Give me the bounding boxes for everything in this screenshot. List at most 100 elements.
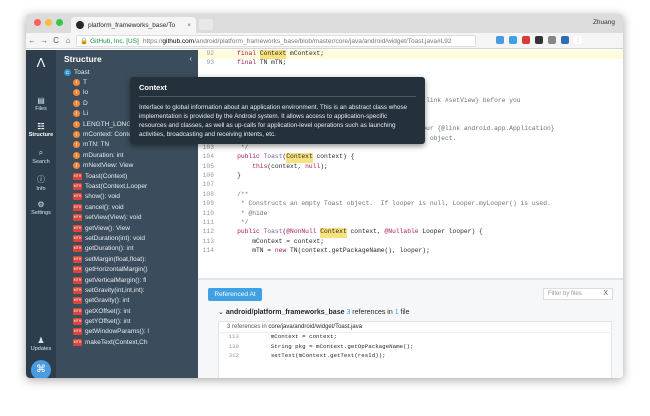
method-icon: MTH [73,214,82,222]
line-number[interactable]: 113 [198,238,222,247]
code-token: ); [320,162,328,170]
highlighted-token[interactable]: Context [286,153,313,163]
reference-text: references in [350,309,395,316]
close-window-button[interactable] [34,19,41,26]
highlighted-token[interactable]: Context [259,50,287,60]
structure-item[interactable]: f mDuration: int [56,150,198,160]
method-icon: MTH [73,276,82,284]
minimize-window-button[interactable] [45,19,52,26]
structure-item[interactable]: MTH show(): void [56,192,198,202]
structure-item[interactable]: MTH makeText(Context,Ch [56,337,198,347]
tab-close-icon[interactable]: × [187,22,191,29]
structure-item[interactable]: MTH setDuration(int): void [56,233,198,243]
octotree-rail: Λ ▤ Files ☷ Structure ⌕ Search ⓘ Info ⚙ … [26,50,56,378]
line-number[interactable]: 108 [198,191,222,200]
structure-item[interactable]: MTH setMargin(float,float): [56,254,198,264]
structure-item[interactable]: MTH getDuration(): int [56,244,198,254]
rail-item-files[interactable]: ▤ Files [26,96,56,112]
structure-item-label: getHorizontalMargin() [85,266,148,274]
method-icon: MTH [73,224,82,232]
maximize-window-button[interactable] [56,19,63,26]
rail-item-structure[interactable]: ☷ Structure [26,122,56,138]
home-icon[interactable]: ⌂ [62,36,74,45]
browser-tab[interactable]: platform_frameworks_base/To × [71,17,196,33]
structure-item[interactable]: MTH Toast(Context) [56,171,198,181]
extension-abp-icon[interactable] [522,36,530,44]
highlighted-token[interactable]: Context [320,228,347,238]
lock-icon: 🔒 [80,38,89,45]
line-number[interactable]: 111 [198,219,222,228]
reference-line[interactable]: 130 String pkg = mContext.getOpPackageNa… [219,343,611,353]
new-tab-button[interactable] [199,19,213,30]
rail-item-settings[interactable]: ⚙ Settings [26,200,56,216]
extension-a-icon[interactable] [561,36,569,44]
code-token: */ [222,143,249,151]
code-token: context) { [312,153,355,161]
tooltip-body: Interface to global information about an… [139,104,408,138]
structure-item[interactable]: MTH Toast(Context,Looper [56,181,198,191]
reference-summary[interactable]: ⌄ android/platform_frameworks_base 3 ref… [218,308,410,316]
structure-item[interactable]: MTH setView(View): void [56,212,198,222]
filter-input[interactable]: Filter by files X [543,288,613,300]
line-number[interactable]: 109 [198,200,222,209]
sourcegraph-logo-icon[interactable]: Λ [33,56,49,70]
structure-item[interactable]: MTH getYOffset(): int [56,316,198,326]
address-bar[interactable]: 🔒 GitHub, Inc. [US] https:// github.com … [76,35,476,47]
expand-toggle-icon[interactable]: ⌄ [218,309,224,316]
line-number[interactable]: 107 [198,181,222,190]
extension-circle-icon[interactable] [535,36,543,44]
structure-item[interactable]: MTH getXOffset(): int [56,306,198,316]
line-number[interactable]: 92 [198,50,222,59]
extension-gray-icon[interactable] [548,36,556,44]
line-number[interactable]: 103 [198,144,222,153]
rail-item-updates[interactable]: ♟ Updates [26,336,56,352]
avatar[interactable]: ⌘ [31,360,51,378]
rail-item-search[interactable]: ⌕ Search [26,148,56,165]
back-icon[interactable]: ← [26,36,38,45]
code-line: 112 public Toast(@NonNull Context contex… [198,228,623,238]
line-number[interactable]: 106 [198,172,222,181]
rail-item-info[interactable]: ⓘ Info [26,174,56,192]
reload-icon[interactable]: C [50,36,62,45]
structure-item[interactable]: MTH getHorizontalMargin() [56,264,198,274]
structure-item[interactable]: MTH getWindowParams(): l [56,327,198,337]
code-token: context, [346,228,385,236]
referenced-at-button[interactable]: Referenced At [208,288,262,301]
method-icon: MTH [73,182,82,190]
structure-item[interactable]: MTH getVerticalMargin(): fl [56,275,198,285]
structure-item[interactable]: f mNextView: View [56,161,198,171]
structure-item[interactable]: MTH cancel(): void [56,202,198,212]
line-number[interactable]: 93 [198,59,222,68]
line-number[interactable]: 112 [198,228,222,237]
profile-name[interactable]: Zhuang [593,19,615,26]
repo-name: android/platform_frameworks_base [225,309,345,316]
line-number[interactable]: 114 [198,247,222,256]
line-number: 113 [228,333,239,340]
reference-line[interactable]: 113 mContext = context; [219,333,611,343]
filter-clear-icon[interactable]: X [603,290,608,297]
structure-item[interactable]: MTH setGravity(int,int,int): [56,285,198,295]
structure-item[interactable]: C Toast [56,67,198,77]
line-number[interactable]: 105 [198,163,222,172]
structure-item[interactable]: MTH getView(): View [56,223,198,233]
collapse-icon[interactable]: ‹ [189,54,192,63]
code-line: 114 mTN = new TN(context.getPackageName(… [198,247,623,256]
structure-item-label: lo [83,89,89,97]
extension-ds-icon[interactable] [509,36,517,44]
code-line: 92 final Context mContext; [198,50,623,60]
method-icon: MTH [73,266,82,274]
line-number[interactable]: 110 [198,210,222,219]
reference-file-header[interactable]: 3 references in core/java/android/widget… [219,322,611,333]
extension-cloud-icon[interactable] [496,36,504,44]
menu-icon[interactable]: ⋮ [574,36,582,44]
structure-item[interactable]: MTH getGravity(): int [56,296,198,306]
method-icon: MTH [73,203,82,211]
line-number[interactable]: 104 [198,153,222,162]
code-token: @NonNull [286,228,321,236]
code-token: /** [222,190,249,198]
code-line: 107 [198,181,623,190]
rail-item-label: Files [35,106,47,112]
reference-line[interactable]: 312 setText(mContext.getText(resId)); [219,352,611,362]
forward-icon[interactable]: → [38,36,50,45]
